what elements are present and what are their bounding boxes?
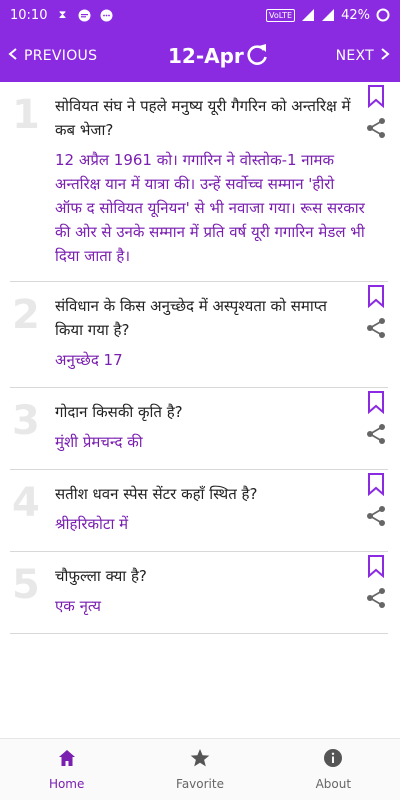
tab-home-label: Home xyxy=(48,777,85,791)
share-icon[interactable] xyxy=(364,586,388,610)
battery-icon xyxy=(376,8,390,22)
share-icon[interactable] xyxy=(364,316,388,340)
status-time: 10:10 xyxy=(10,7,48,23)
message-icon xyxy=(77,8,91,22)
signal-icon xyxy=(301,8,315,22)
question-number: 5 xyxy=(12,562,40,608)
chat-bubble-icon xyxy=(99,8,113,22)
question-text: सोवियत संघ ने पहले मनुष्य यूरी गैगरिन को… xyxy=(55,97,351,139)
bookmark-icon[interactable] xyxy=(366,554,386,579)
app-bar: PREVIOUS 12-Apr NEXT xyxy=(0,30,400,82)
tab-about[interactable]: About xyxy=(267,739,400,800)
previous-button[interactable]: PREVIOUS xyxy=(6,47,97,65)
volte-badge: VoLTE xyxy=(266,8,296,22)
question-number: 2 xyxy=(12,292,40,338)
question-text: चौफुल्ला क्या है? xyxy=(55,567,147,585)
question-card: 5 चौफुल्ला क्या है? एक नृत्य xyxy=(10,552,388,634)
tab-home[interactable]: Home xyxy=(0,739,133,800)
next-button[interactable]: NEXT xyxy=(336,47,392,65)
share-icon[interactable] xyxy=(364,422,388,446)
tab-favorite[interactable]: Favorite xyxy=(133,739,266,800)
answer-text: अनुच्छेद 17 xyxy=(55,351,123,369)
previous-label: PREVIOUS xyxy=(24,48,98,64)
battery-percent: 42% xyxy=(341,7,370,23)
answer-text: 12 अप्रैल 1961 को। गगारिन ने वोस्तोक-1 न… xyxy=(55,151,365,265)
answer-text: श्रीहरिकोटा में xyxy=(55,515,129,533)
chevron-right-icon xyxy=(378,47,392,65)
bookmark-icon[interactable] xyxy=(366,284,386,309)
share-icon[interactable] xyxy=(364,116,388,140)
page-title: 12-Apr xyxy=(168,44,244,68)
question-card: 4 सतीश धवन स्पेस सेंटर कहाँ स्थित है? श्… xyxy=(10,470,388,552)
question-text: संविधान के किस अनुच्छेद में अस्पृश्यता क… xyxy=(55,297,327,339)
tab-favorite-label: Favorite xyxy=(176,777,224,791)
share-icon[interactable] xyxy=(364,504,388,528)
star-icon xyxy=(190,748,210,771)
tab-about-label: About xyxy=(315,777,352,791)
question-text: गोदान किसकी कृति है? xyxy=(55,403,183,421)
question-card: 3 गोदान किसकी कृति है? मुंशी प्रेमचन्द क… xyxy=(10,388,388,470)
home-icon xyxy=(57,748,77,771)
question-number: 1 xyxy=(12,92,40,138)
question-number: 4 xyxy=(12,480,40,526)
chevron-left-icon xyxy=(6,47,20,65)
question-card: 2 संविधान के किस अनुच्छेद में अस्पृश्यता… xyxy=(10,282,388,388)
question-card: 1 सोवियत संघ ने पहले मनुष्य यूरी गैगरिन … xyxy=(10,82,388,282)
bottom-navigation: Home Favorite About xyxy=(0,738,400,800)
refresh-icon[interactable] xyxy=(244,42,270,68)
question-list: 1 सोवियत संघ ने पहले मनुष्य यूरी गैगरिन … xyxy=(0,82,400,634)
bookmark-icon[interactable] xyxy=(366,390,386,415)
hourglass-icon: ⧗ xyxy=(58,8,67,21)
info-icon xyxy=(323,748,343,771)
status-bar: 10:10 ⧗ VoLTE 42% xyxy=(0,0,400,30)
question-text: सतीश धवन स्पेस सेंटर कहाँ स्थित है? xyxy=(55,485,258,503)
bookmark-icon[interactable] xyxy=(366,84,386,109)
signal-icon-2 xyxy=(321,8,335,22)
answer-text: एक नृत्य xyxy=(55,597,101,615)
next-label: NEXT xyxy=(335,48,374,64)
answer-text: मुंशी प्रेमचन्द की xyxy=(55,433,143,451)
bookmark-icon[interactable] xyxy=(366,472,386,497)
question-number: 3 xyxy=(12,398,40,444)
